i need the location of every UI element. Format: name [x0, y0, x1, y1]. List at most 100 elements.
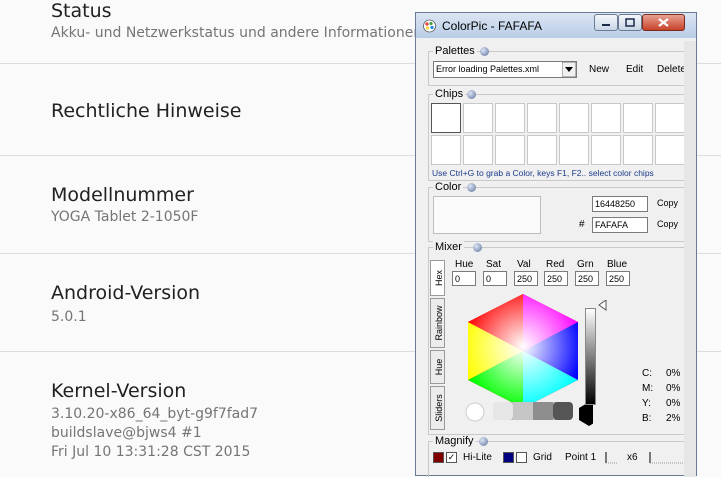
color-chip[interactable]	[623, 103, 653, 133]
black-label: B:	[642, 413, 652, 424]
mixer-collapse-knob[interactable]	[473, 243, 482, 252]
color-preview-swatch	[433, 196, 541, 234]
colorpic-content: Palettes Error loading Palettes.xml New …	[428, 41, 688, 477]
red-input[interactable]: 250	[544, 271, 568, 286]
chevron-down-icon[interactable]	[562, 62, 576, 77]
value-slider-thumb-icon[interactable]	[598, 300, 607, 311]
cyan-value: 0%	[666, 368, 681, 379]
blue-label: Blue	[607, 259, 628, 270]
black-value: 2%	[666, 413, 681, 424]
palettes-label: Palettes	[433, 45, 477, 57]
color-chip[interactable]	[495, 135, 525, 165]
hue-label: Hue	[455, 259, 474, 270]
model-title[interactable]: Modellnummer	[51, 184, 194, 206]
chips-group: Chips Use Ctrl+G to grab a Color, keys F…	[428, 88, 688, 181]
cyan-label: C:	[642, 368, 652, 379]
minimize-icon	[602, 24, 610, 26]
delete-palette-button[interactable]: Delete	[657, 64, 686, 75]
color-chip[interactable]	[431, 135, 461, 165]
kernel-line-2: buildslave@bjws4 #1	[51, 425, 202, 441]
window-title: ColorPic - FAFAFA	[442, 19, 543, 33]
point-size-slider[interactable]	[603, 450, 619, 466]
model-subtitle: YOGA Tablet 2-1050F	[51, 209, 199, 225]
sat-input[interactable]: 0	[483, 271, 507, 286]
chips-collapse-knob[interactable]	[467, 90, 476, 99]
maximize-button[interactable]	[618, 14, 642, 31]
color-chip[interactable]	[527, 103, 557, 133]
hilite-color-swatch[interactable]	[433, 452, 444, 463]
yellow-value: 0%	[666, 398, 681, 409]
value-slider-track[interactable]	[585, 308, 596, 405]
hilite-checkbox[interactable]: ✓	[446, 452, 457, 463]
zoom-slider[interactable]	[647, 450, 687, 466]
magnify-group: Magnify ✓ Hi-Lite Grid Point 1 x6	[428, 435, 688, 477]
yellow-label: Y:	[642, 398, 651, 409]
color-chip[interactable]	[591, 135, 621, 165]
status-title[interactable]: Status	[51, 0, 112, 22]
green-label: Grn	[577, 259, 594, 270]
zoom-label: x6	[627, 452, 638, 463]
kernel-line-3: Fri Jul 10 13:31:28 CST 2015	[51, 444, 251, 460]
val-label: Val	[517, 259, 531, 270]
color-collapse-knob[interactable]	[467, 183, 476, 192]
color-chip[interactable]	[463, 103, 493, 133]
green-input[interactable]: 250	[575, 271, 599, 286]
color-chip[interactable]	[431, 103, 461, 133]
sat-label: Sat	[486, 259, 502, 270]
grid-checkbox[interactable]	[516, 452, 527, 463]
palettes-select[interactable]: Error loading Palettes.xml	[433, 61, 577, 78]
hue-input[interactable]: 0	[452, 271, 476, 286]
palettes-group: Palettes Error loading Palettes.xml New …	[428, 45, 688, 86]
tab-hex[interactable]: Hex	[430, 260, 445, 296]
colorpic-app-icon	[423, 19, 436, 33]
kernel-version-title[interactable]: Kernel-Version	[51, 380, 186, 402]
close-button[interactable]	[642, 14, 685, 31]
kernel-line-1: 3.10.20-x86_64_byt-g9f7fad7	[51, 406, 259, 422]
color-label: Color	[433, 181, 464, 193]
magnify-collapse-knob[interactable]	[479, 437, 488, 446]
window-scrollbar[interactable]	[684, 41, 696, 477]
mixer-group: Mixer Hex Rainbow Hue Sliders Hue Sat Va…	[428, 241, 688, 435]
status-subtitle: Akku- und Netzwerkstatus und andere Info…	[51, 25, 423, 41]
val-input[interactable]: 250	[514, 271, 538, 286]
colorpic-window: ColorPic - FAFAFA Palettes Error loading…	[415, 12, 697, 477]
color-chip[interactable]	[463, 135, 493, 165]
tab-sliders[interactable]: Sliders	[430, 386, 445, 430]
color-group: Color 16448250 Copy # FAFAFA Copy	[428, 181, 688, 242]
decimal-value-field[interactable]: 16448250	[592, 196, 648, 212]
copy-decimal-button[interactable]: Copy	[657, 198, 678, 208]
color-chip[interactable]	[655, 135, 685, 165]
red-label: Red	[546, 259, 565, 270]
color-chip[interactable]	[559, 135, 589, 165]
color-chip[interactable]	[623, 135, 653, 165]
chips-label: Chips	[433, 88, 466, 100]
legal-title[interactable]: Rechtliche Hinweise	[51, 100, 241, 122]
hex-prefix: #	[579, 219, 585, 230]
color-chip[interactable]	[591, 103, 621, 133]
maximize-icon	[625, 18, 635, 27]
point-size-label: Point 1	[565, 452, 597, 463]
chips-hint: Use Ctrl+G to grab a Color, keys F1, F2.…	[432, 168, 654, 178]
new-palette-button[interactable]: New	[589, 64, 609, 75]
palettes-collapse-knob[interactable]	[480, 47, 489, 56]
magenta-label: M:	[642, 383, 654, 394]
magenta-value: 0%	[666, 383, 681, 394]
hilite-label: Hi-Lite	[463, 452, 492, 463]
color-chip[interactable]	[655, 103, 685, 133]
hex-value-field[interactable]: FAFAFA	[592, 217, 648, 233]
close-icon	[658, 18, 669, 27]
color-chip[interactable]	[559, 103, 589, 133]
edit-palette-button[interactable]: Edit	[626, 64, 643, 75]
palettes-select-value: Error loading Palettes.xml	[436, 64, 540, 74]
copy-hex-button[interactable]: Copy	[657, 219, 678, 229]
colorpic-titlebar[interactable]: ColorPic - FAFAFA	[416, 13, 696, 38]
grid-color-swatch[interactable]	[503, 452, 514, 463]
hex-color-picker[interactable]	[465, 292, 593, 428]
color-chip[interactable]	[527, 135, 557, 165]
grid-label: Grid	[533, 452, 552, 463]
android-version-title[interactable]: Android-Version	[51, 282, 200, 304]
color-chip[interactable]	[495, 103, 525, 133]
tab-sliders-label: Sliders	[434, 394, 444, 422]
blue-input[interactable]: 250	[606, 271, 630, 286]
minimize-button[interactable]	[594, 14, 618, 31]
